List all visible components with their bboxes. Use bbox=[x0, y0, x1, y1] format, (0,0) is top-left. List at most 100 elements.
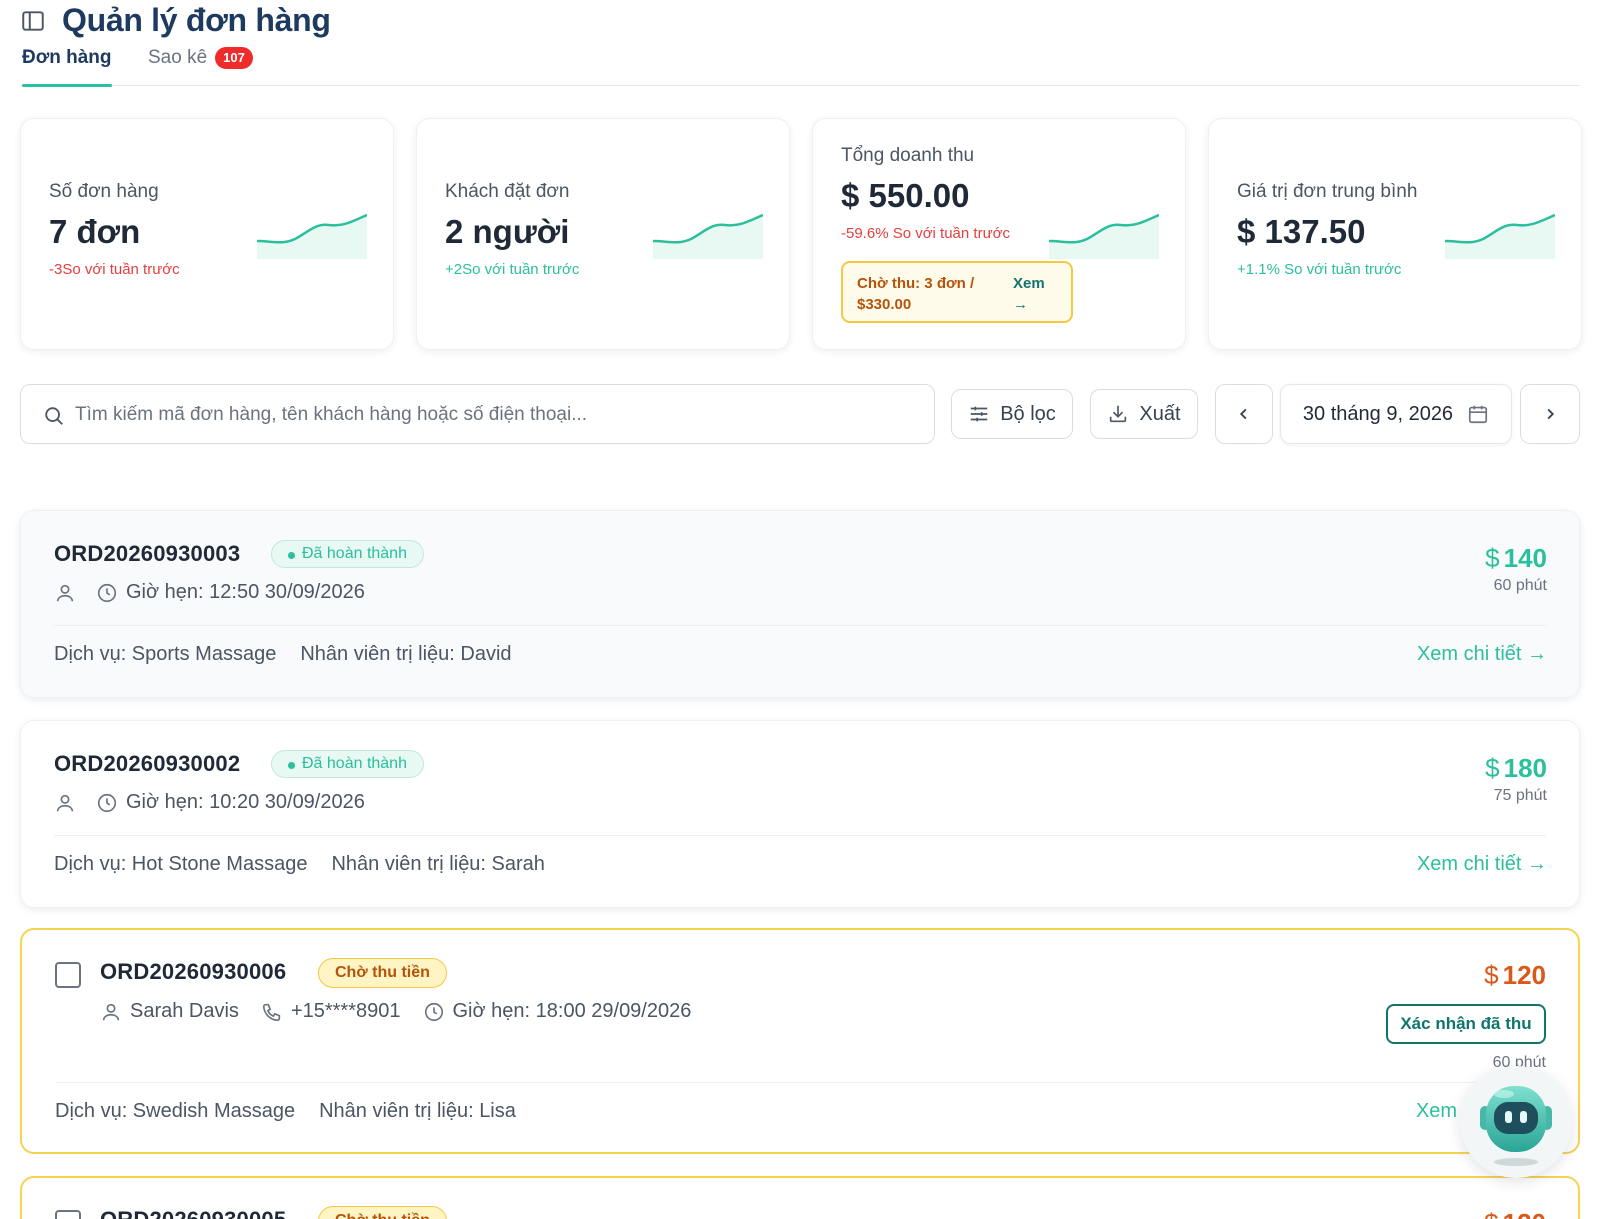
order-card[interactable]: ORD20260930005 Chờ thu tiền $120 bbox=[20, 1176, 1580, 1219]
currency-symbol: $ bbox=[1484, 1208, 1498, 1219]
notification-badge: 107 bbox=[215, 47, 253, 69]
order-amount: 120 bbox=[1503, 1208, 1546, 1219]
page-header: Quản lý đơn hàng Đơn hàng Sao kê 107 bbox=[20, 0, 1580, 87]
pending-collection-box[interactable]: Chờ thu: 3 đơn / $330.00 Xem → bbox=[841, 261, 1073, 323]
order-card[interactable]: ORD20260930006 Chờ thu tiền Sarah Davis … bbox=[20, 928, 1580, 1154]
stat-card-average: Giá trị đơn trung bình $ 137.50 +1.1% So… bbox=[1208, 118, 1582, 350]
next-date-button[interactable] bbox=[1520, 384, 1580, 444]
robot-assistant-icon bbox=[1480, 1086, 1552, 1166]
clock-icon bbox=[424, 1002, 443, 1021]
order-amount: 140 bbox=[1503, 543, 1547, 573]
service-name: Dịch vụ: Sports Massage bbox=[54, 643, 277, 665]
therapist-name: Nhân viên trị liệu: Sarah bbox=[331, 853, 545, 875]
sidebar-toggle-icon[interactable] bbox=[20, 8, 46, 34]
calendar-icon bbox=[1468, 405, 1488, 424]
customer-name: Sarah Davis bbox=[130, 1000, 239, 1022]
divider bbox=[54, 625, 1546, 626]
order-id: ORD20260930002 bbox=[54, 751, 241, 776]
order-card[interactable]: ORD20260930003 Đã hoàn thành Giờ hẹn: 12… bbox=[20, 510, 1580, 698]
service-name: Dịch vụ: Swedish Massage bbox=[55, 1100, 296, 1122]
order-meta: Giờ hẹn: 12:50 30/09/2026 bbox=[54, 581, 365, 604]
therapist-name: Nhân viên trị liệu: Lisa bbox=[319, 1100, 516, 1122]
stat-card-customers: Khách đặt đơn 2 người +2So với tuần trướ… bbox=[416, 118, 790, 350]
order-amount: 120 bbox=[1502, 960, 1546, 990]
search-box[interactable] bbox=[20, 384, 935, 444]
filter-button-label: Bộ lọc bbox=[1000, 402, 1056, 425]
user-icon bbox=[56, 794, 74, 811]
appointment-time: Giờ hẹn: 12:50 30/09/2026 bbox=[126, 581, 365, 603]
export-button-label: Xuất bbox=[1139, 402, 1181, 425]
clock-icon bbox=[97, 583, 117, 602]
order-details: Dịch vụ: Sports Massage Nhân viên trị li… bbox=[54, 643, 512, 666]
order-price: $140 bbox=[1485, 543, 1547, 574]
order-details: Dịch vụ: Hot Stone Massage Nhân viên trị… bbox=[54, 853, 545, 876]
pending-view-link[interactable]: Xem → bbox=[1013, 273, 1053, 315]
order-duration: 75 phút bbox=[1493, 787, 1547, 804]
currency-symbol: $ bbox=[1484, 960, 1499, 990]
divider bbox=[55, 1082, 1545, 1083]
status-badge: Chờ thu tiền bbox=[318, 958, 447, 988]
stat-value: 7 đơn bbox=[49, 213, 141, 250]
selected-date: 30 tháng 9, 2026 bbox=[1302, 402, 1454, 425]
therapist-name: Nhân viên trị liệu: David bbox=[300, 643, 512, 665]
appointment-time: Giờ hẹn: 18:00 29/09/2026 bbox=[452, 1000, 692, 1022]
order-details: Dịch vụ: Swedish Massage Nhân viên trị l… bbox=[55, 1100, 516, 1123]
tab-statement[interactable]: Sao kê 107 bbox=[148, 44, 253, 86]
currency-symbol: $ bbox=[1485, 753, 1500, 783]
order-checkbox[interactable] bbox=[55, 1210, 81, 1219]
phone-icon bbox=[262, 1003, 281, 1021]
download-icon bbox=[1110, 405, 1127, 423]
status-badge: Đã hoàn thành bbox=[271, 540, 424, 568]
stat-value: $ 137.50 bbox=[1237, 213, 1366, 250]
order-meta: Giờ hẹn: 10:20 30/09/2026 bbox=[54, 791, 365, 814]
service-name: Dịch vụ: Hot Stone Massage bbox=[54, 853, 308, 875]
tab-orders[interactable]: Đơn hàng bbox=[22, 44, 112, 87]
order-amount: 180 bbox=[1503, 753, 1547, 783]
stat-value: 2 người bbox=[445, 213, 570, 250]
order-meta: Sarah Davis +15****8901 Giờ hẹn: 18:00 2… bbox=[100, 1000, 691, 1023]
view-detail-link[interactable]: Xem chi tiết → bbox=[1417, 853, 1547, 876]
tab-statement-label: Sao kê bbox=[148, 47, 208, 68]
date-picker[interactable]: 30 tháng 9, 2026 bbox=[1280, 384, 1512, 444]
stat-card-revenue: Tổng doanh thu $ 550.00 -59.6% So với tu… bbox=[812, 118, 1186, 350]
sparkline-chart bbox=[1445, 213, 1555, 259]
filter-button[interactable]: Bộ lọc bbox=[951, 389, 1073, 439]
view-detail-link[interactable]: Xem chi tiết → bbox=[1417, 643, 1547, 666]
stat-change: -3So với tuần trước bbox=[49, 261, 180, 278]
user-icon bbox=[102, 1003, 120, 1020]
clock-icon bbox=[97, 793, 117, 812]
stat-change: +1.1% So với tuần trước bbox=[1237, 261, 1402, 278]
user-icon bbox=[56, 584, 74, 601]
stat-card-orders: Số đơn hàng 7 đơn -3So với tuần trước bbox=[20, 118, 394, 350]
order-card[interactable]: ORD20260930002 Đã hoàn thành Giờ hẹn: 10… bbox=[20, 720, 1580, 908]
robot-assistant-button[interactable] bbox=[1460, 1066, 1572, 1178]
order-id: ORD20260930003 bbox=[54, 541, 241, 566]
chevron-right-icon bbox=[1547, 408, 1555, 420]
status-badge: Đã hoàn thành bbox=[271, 750, 424, 778]
stat-label: Số đơn hàng bbox=[49, 181, 159, 202]
customer-phone: +15****8901 bbox=[290, 1000, 401, 1022]
stat-label: Khách đặt đơn bbox=[445, 181, 570, 202]
stat-change: -59.6% So với tuần trước bbox=[841, 225, 1010, 242]
filter-icon bbox=[970, 406, 988, 422]
order-id: ORD20260930005 bbox=[100, 1207, 286, 1219]
sparkline-chart bbox=[653, 213, 763, 259]
order-price: $120 bbox=[1484, 1208, 1546, 1219]
previous-date-button[interactable] bbox=[1215, 384, 1273, 444]
sparkline-chart bbox=[1049, 213, 1159, 259]
confirm-payment-button[interactable]: Xác nhận đã thu bbox=[1386, 1004, 1546, 1044]
export-button[interactable]: Xuất bbox=[1090, 389, 1198, 439]
page-title: Quản lý đơn hàng bbox=[62, 2, 331, 38]
stat-value: $ 550.00 bbox=[841, 177, 970, 214]
divider bbox=[54, 835, 1546, 836]
order-price: $180 bbox=[1485, 753, 1547, 784]
stat-change: +2So với tuần trước bbox=[445, 261, 580, 278]
order-price: $120 bbox=[1484, 960, 1546, 991]
search-icon bbox=[45, 407, 63, 425]
order-duration: 60 phút bbox=[1493, 577, 1547, 594]
chevron-left-icon bbox=[1239, 408, 1247, 420]
currency-symbol: $ bbox=[1485, 543, 1500, 573]
stat-label: Tổng doanh thu bbox=[841, 145, 975, 166]
search-input[interactable] bbox=[75, 397, 915, 433]
order-checkbox[interactable] bbox=[55, 962, 81, 988]
